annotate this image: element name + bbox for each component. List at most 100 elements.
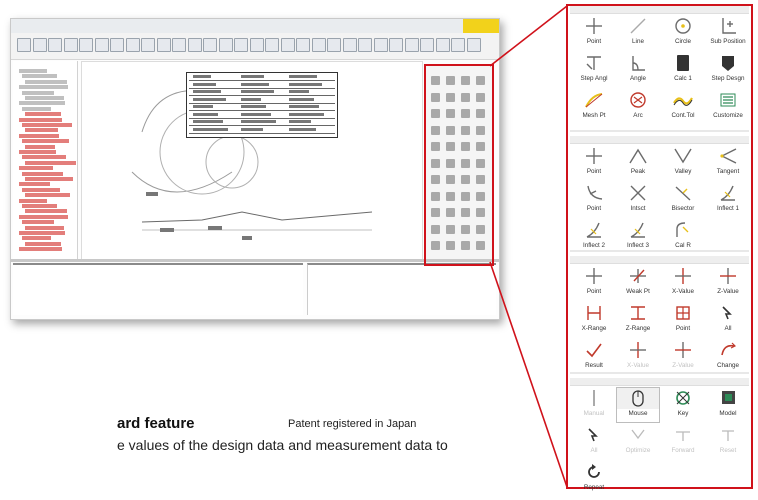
table-rule: [189, 87, 335, 89]
tool-all-button[interactable]: All: [572, 424, 616, 460]
point-range-icon: [661, 302, 705, 324]
tool-cont-tol-button[interactable]: Cont.Tol: [661, 89, 705, 125]
key-icon: [661, 387, 705, 409]
tree-row: [19, 101, 65, 106]
tool-arc-button[interactable]: Arc: [616, 89, 660, 125]
tool-optimize-button[interactable]: Optimize: [616, 424, 660, 460]
tool-circle-button[interactable]: Circle: [661, 15, 705, 51]
tool-point-button[interactable]: Point: [661, 302, 705, 338]
tool-label: Angle: [629, 75, 647, 82]
tool-label: Line: [632, 38, 644, 45]
tool-change-button[interactable]: Change: [706, 339, 750, 375]
tool-peak-button[interactable]: Peak: [616, 145, 660, 181]
tool-angle-button[interactable]: Angle: [616, 52, 660, 88]
toolbar-button: [466, 38, 481, 52]
main-toolbar: [11, 33, 499, 60]
tool-valley-button[interactable]: Valley: [661, 145, 705, 181]
plus-point-icon: [572, 265, 616, 287]
tool-repeat-button[interactable]: Repeat: [572, 461, 616, 497]
tool-customize-button[interactable]: Customize: [706, 89, 750, 125]
table-rule: [189, 102, 335, 104]
tool-bisector-button[interactable]: Bisector: [661, 182, 705, 218]
tool-palette-enlarged: Point Line Circle Sub Position Step Angl Angl…: [566, 4, 753, 491]
bottom-list-pane: [13, 263, 303, 315]
intersect-icon: [616, 182, 660, 204]
tool-key-button[interactable]: Key: [661, 387, 705, 423]
tool-label: Peak: [630, 168, 646, 175]
section-header: [570, 6, 749, 14]
tree-row: [22, 155, 66, 160]
tool-label: Cal R: [675, 242, 691, 249]
table-cell: [289, 82, 322, 86]
tool-point-button[interactable]: Point: [572, 182, 616, 218]
tool-label: Forward: [671, 447, 695, 454]
palette-section-detect: Point Peak Valley Tangent Point Intsct Bisecto…: [570, 136, 749, 256]
tool-point-button[interactable]: Point: [572, 145, 616, 181]
tool-mouse-button[interactable]: Mouse: [616, 387, 660, 423]
tool-label: Inflect 2: [582, 242, 606, 249]
table-cell: [193, 112, 218, 116]
step-angle-icon: [572, 52, 616, 74]
table-cell: [289, 90, 309, 93]
tool-label: All: [724, 325, 732, 332]
tree-row: [19, 69, 47, 73]
toolbar-button: [48, 38, 62, 52]
tool-weak-pt-button[interactable]: Weak Pt: [616, 265, 660, 301]
section-header: [570, 256, 749, 264]
tool-intsct-button[interactable]: Intsct: [616, 182, 660, 218]
toolbar-button: [156, 38, 171, 52]
tree-row: [22, 171, 63, 176]
tool-line-button[interactable]: Line: [616, 15, 660, 51]
tool-mesh-pt-button[interactable]: Mesh Pt: [572, 89, 616, 125]
toolbar-button: [389, 38, 403, 52]
tool-z-range-button[interactable]: Z-Range: [616, 302, 660, 338]
tool-calc-1-button[interactable]: Calc 1: [661, 52, 705, 88]
tool-manual-button[interactable]: Manual: [572, 387, 616, 423]
table-cell: [241, 82, 269, 86]
tool-x-range-button[interactable]: X-Range: [572, 302, 616, 338]
patent-note: Patent registered in Japan: [288, 418, 417, 430]
toolbar-button: [234, 38, 248, 52]
inflection-icon: [616, 219, 660, 241]
window-titlebar: [11, 19, 499, 34]
section-divider: [570, 372, 749, 374]
tree-row: [22, 90, 54, 95]
tool-label: Repeat: [583, 484, 605, 491]
mouse-icon: [616, 387, 660, 409]
tool-result-button[interactable]: Result: [572, 339, 616, 375]
tool-tangent-button[interactable]: Tangent: [706, 145, 750, 181]
section-header: [570, 136, 749, 144]
tool-forward-button[interactable]: Forward: [661, 424, 705, 460]
toolbar-button: [358, 38, 372, 52]
tool-step-desgn-button[interactable]: Step Desgn: [706, 52, 750, 88]
tool-point-button[interactable]: Point: [572, 15, 616, 51]
tree-row: [19, 117, 62, 122]
tree-row: [25, 160, 76, 165]
toolbar-button: [265, 38, 279, 52]
tree-row: [25, 112, 61, 117]
table-cell: [193, 90, 221, 93]
zoom-highlight-box: [424, 64, 494, 266]
tool-point-button[interactable]: Point: [572, 265, 616, 301]
table-rule: [189, 117, 335, 119]
tool-all-button[interactable]: All: [706, 302, 750, 338]
table-cell: [289, 75, 317, 78]
tree-row: [19, 150, 56, 154]
tool-label: Result: [585, 362, 603, 369]
tool-x-value-button[interactable]: X-Value: [661, 265, 705, 301]
tool-z-value-button[interactable]: Z-Value: [706, 265, 750, 301]
table-cell: [289, 112, 324, 116]
tool-reset-button[interactable]: Reset: [706, 424, 750, 460]
tool-sub-position-button[interactable]: Sub Position: [706, 15, 750, 51]
tool-z-value-button[interactable]: Z-Value: [661, 339, 705, 375]
toolbar-button: [110, 38, 124, 52]
tool-x-value-button[interactable]: X-Value: [616, 339, 660, 375]
tool-model-button[interactable]: Model: [706, 387, 750, 423]
graphics-canvas: [81, 61, 423, 261]
tool-inflect-1-button[interactable]: Inflect 1: [706, 182, 750, 218]
tree-row: [25, 144, 55, 149]
tool-label: Weak Pt: [626, 288, 650, 295]
toolbar-button: [203, 38, 217, 52]
tree-row: [19, 133, 59, 138]
tool-step-angl-button[interactable]: Step Angl: [572, 52, 616, 88]
